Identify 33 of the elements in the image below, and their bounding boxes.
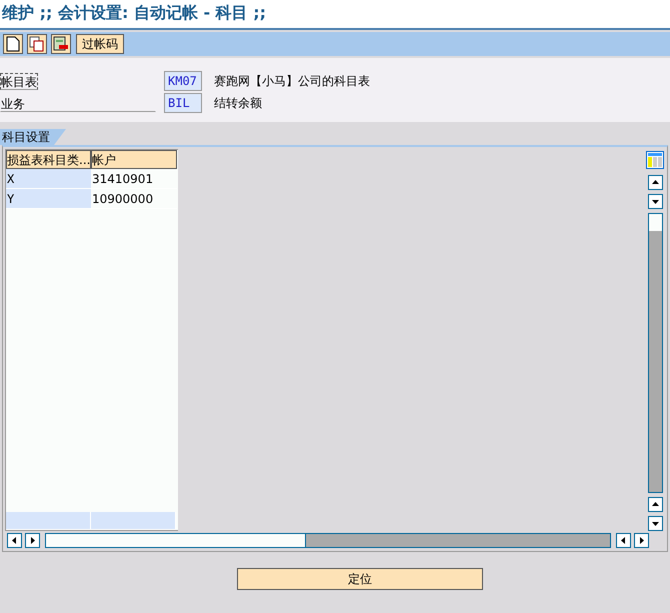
- new-button[interactable]: [3, 34, 23, 54]
- scroll-up-icon[interactable]: [648, 497, 662, 512]
- field-label: 业务: [0, 94, 156, 112]
- scroll-right-icon[interactable]: [634, 532, 649, 548]
- toolbar-button[interactable]: 过帐码: [76, 34, 124, 54]
- table-cell: Y: [6, 189, 91, 209]
- copy-button[interactable]: [27, 34, 47, 54]
- input-field[interactable]: KM07: [164, 71, 202, 91]
- column-header[interactable]: 损益表科目类...: [6, 150, 91, 169]
- column-header[interactable]: 帐户: [91, 150, 177, 169]
- scroll-down-icon[interactable]: [648, 194, 662, 209]
- field-description: 结转余额: [214, 94, 262, 112]
- scroll-left-icon[interactable]: [7, 532, 22, 548]
- layout-icon[interactable]: [646, 151, 664, 169]
- field-label: 帐目表: [0, 72, 38, 90]
- scroll-down-icon[interactable]: [648, 516, 662, 531]
- scroll-right-icon[interactable]: [25, 532, 40, 548]
- scroll-left-icon[interactable]: [616, 532, 631, 548]
- tab[interactable]: 科目设置: [0, 129, 68, 145]
- scroll-up-icon[interactable]: [648, 175, 662, 190]
- document-icon: [6, 36, 20, 52]
- input-field[interactable]: BIL: [164, 93, 202, 113]
- copy-icon: [29, 36, 45, 52]
- horizontal-scrollbar[interactable]: [45, 532, 611, 548]
- table-cell: 31410901: [91, 169, 177, 189]
- locate-button[interactable]: 定位: [237, 568, 483, 590]
- delete-icon: [53, 36, 69, 52]
- vertical-scrollbar[interactable]: [648, 213, 662, 493]
- window-title: 维护 ;; 会计设置: 自动记帐 - 科目 ;;: [0, 0, 670, 30]
- field-description: 赛跑网【小马】公司的科目表: [214, 72, 370, 90]
- delete-button[interactable]: [51, 34, 71, 54]
- table-cell: X: [6, 169, 91, 189]
- table-cell: 10900000: [91, 189, 177, 209]
